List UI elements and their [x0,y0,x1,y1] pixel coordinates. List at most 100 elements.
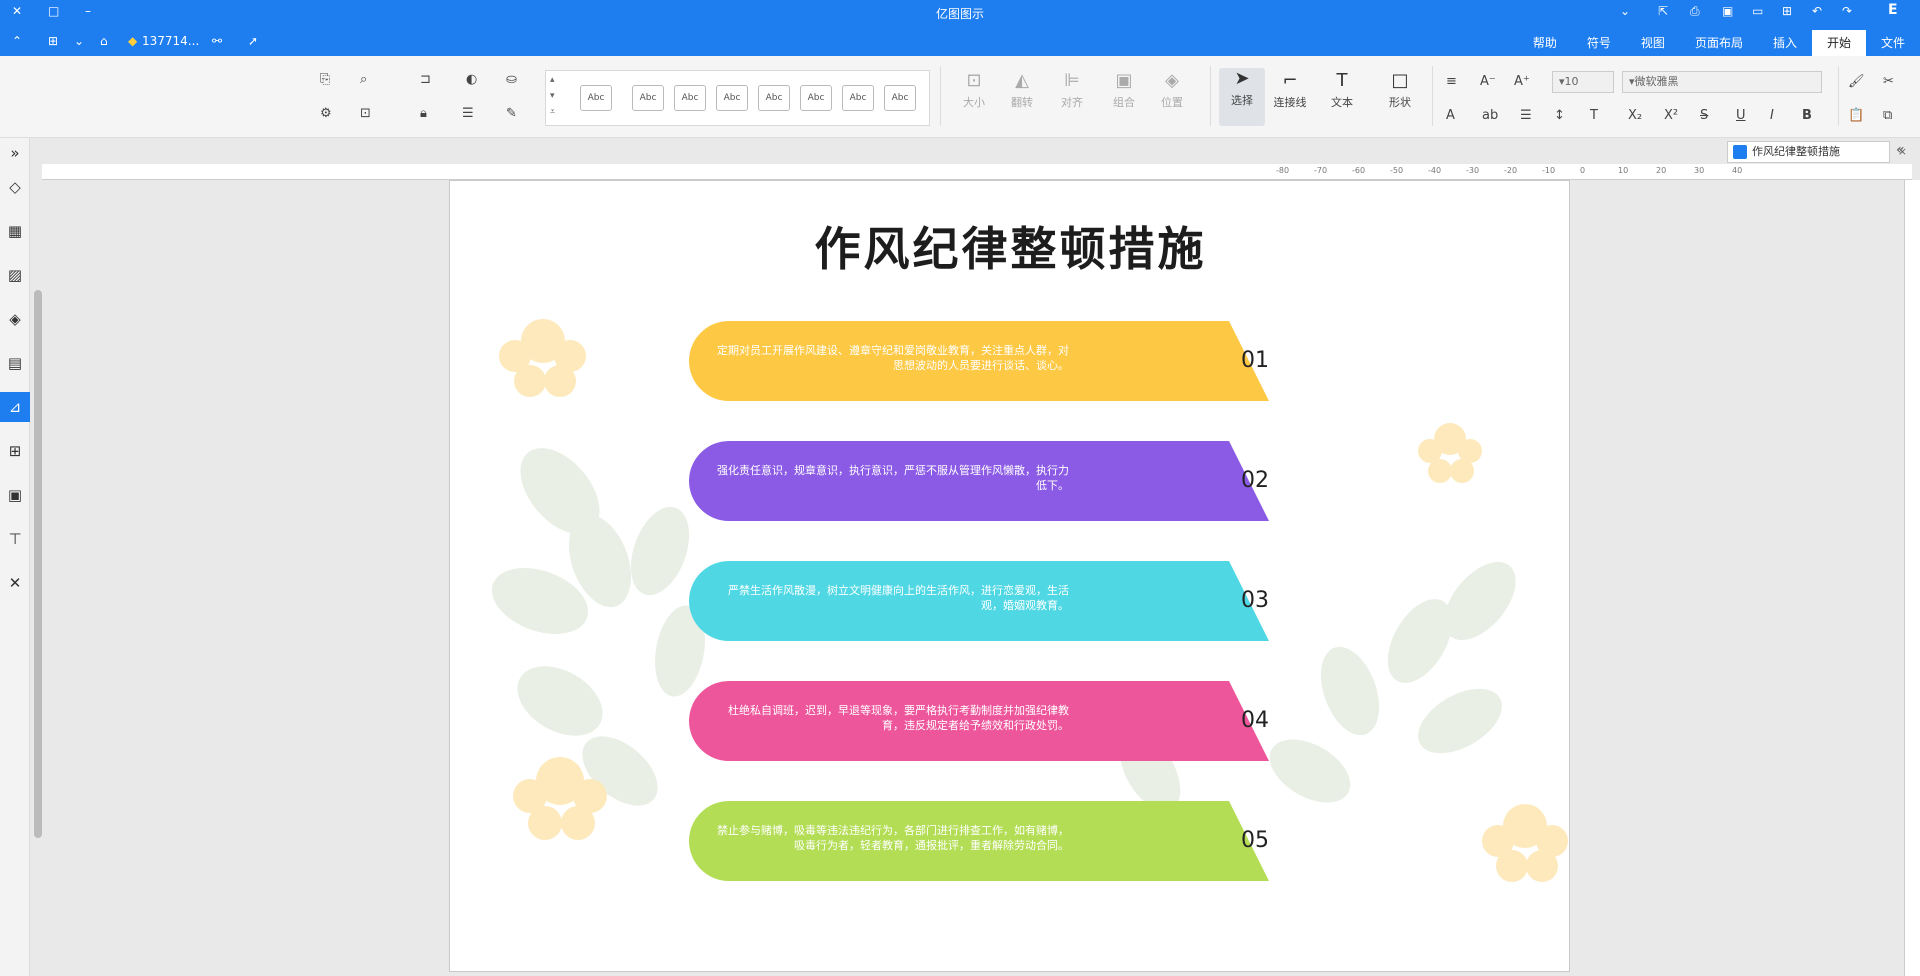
gallery-expand-icon[interactable]: ⩡ [550,107,555,117]
tab-insert[interactable]: 插入 [1758,30,1812,56]
list-item[interactable]: 禁止参与赌博，吸毒等违法违纪行为，各部门进行排查工作，如有赌博，吸毒行为者，轻者… [689,801,1299,881]
list-item[interactable]: 强化责任意识，规章意识，执行意识，严惩不服从管理作风懒散，执行力低下。 02 [689,441,1299,521]
connector-tool-button[interactable]: ⌐ 连接线 [1268,70,1312,126]
style-sample[interactable]: Abc [800,85,832,111]
undo-icon[interactable]: ↶ [1812,3,1822,19]
close-window-button[interactable]: ✕ [12,3,22,19]
bold-icon[interactable]: B [1802,108,1812,124]
font-family-select[interactable]: 微软雅黑 ▾ [1622,71,1822,93]
drawing-page[interactable]: 作风纪律整顿措施 定期对员工开展作风建设、遵章守纪和爱岗敬业教育，关注重点人群，… [449,180,1570,972]
text-direction-icon[interactable]: T [1590,108,1598,124]
theme-icon[interactable]: ⌄ [74,33,84,49]
shapes-icon[interactable]: ▦ [0,216,30,246]
layers-icon[interactable]: ◈ [0,304,30,334]
vertical-scrollbar[interactable] [34,290,42,838]
style-sample[interactable]: Abc [632,85,664,111]
position-button[interactable]: ◈ 位置 [1150,70,1194,126]
tab-help[interactable]: 帮助 [1518,30,1572,56]
paste-icon[interactable]: 📋 [1848,108,1864,124]
apps-icon[interactable]: ⊞ [48,33,58,49]
format-icon[interactable]: ⊤ [0,524,30,554]
tab-home[interactable]: 开始 [1811,30,1866,56]
style-sample[interactable]: Abc [758,85,790,111]
font-size-select[interactable]: 10 ▾ [1552,71,1614,93]
item-number: 02 [1241,468,1269,493]
fit-page-icon[interactable]: ⊡ [360,106,371,122]
style-sample[interactable]: Abc [842,85,874,111]
page-title[interactable]: 作风纪律整顿措施 [450,213,1569,279]
panel-collapse-icon[interactable]: « [1896,142,1905,158]
publish-icon[interactable]: ➚ [248,33,258,49]
list-item[interactable]: 定期对员工开展作风建设、遵章守纪和爱岗敬业教育，关注重点人群，对思想波动的人员要… [689,321,1299,401]
export-icon[interactable]: ⇱ [1658,3,1668,19]
style-sample[interactable]: Abc [716,85,748,111]
quick-access-more-icon[interactable]: ⌄ [1620,3,1630,19]
tools-icon[interactable]: ⚙ [320,106,332,122]
tab-view[interactable]: 视图 [1626,30,1680,56]
collapse-ribbon-icon[interactable]: ⌃ [12,33,22,49]
line-color-icon[interactable]: ✎ [506,106,517,122]
underline-icon[interactable]: U [1736,108,1746,124]
open-icon[interactable]: ▭ [1752,3,1763,19]
strikethrough-icon[interactable]: S [1700,108,1708,124]
align-text-icon[interactable]: ≡ [1446,74,1457,90]
restore-window-button[interactable]: □ [48,3,59,19]
cut-icon[interactable]: ✂ [1883,74,1894,90]
save-icon[interactable]: ▣ [1722,3,1733,19]
size-button[interactable]: ⊡ 大小 [952,70,996,126]
tab-symbols[interactable]: 符号 [1572,30,1626,56]
image-icon[interactable]: ▨ [0,260,30,290]
crop-icon[interactable]: ⊐ [420,72,431,88]
list-item[interactable]: 严禁生活作风散漫，树立文明健康向上的生活作风，进行恋爱观，生活观，婚姻观教育。 … [689,561,1299,641]
gallery-scroll-up-icon[interactable]: ▴ [550,75,555,85]
line-spacing-icon[interactable]: ↕ [1554,108,1565,124]
select-tool-button[interactable]: ➤ 选择 [1219,68,1265,126]
flip-button[interactable]: ◭ 翻转 [1000,70,1044,126]
align-button[interactable]: ⊫ 对齐 [1050,70,1094,126]
style-sample[interactable]: Abc [580,85,612,111]
minimize-window-button[interactable]: – [85,3,91,19]
find-icon[interactable]: ⌕ [360,72,367,88]
new-icon[interactable]: ⊞ [1782,3,1792,19]
share-icon[interactable]: ⚯ [212,33,222,49]
user-name[interactable]: 137714... [142,33,199,49]
copy-icon[interactable]: ⧉ [1883,108,1892,124]
page-icon[interactable]: ▤ [0,348,30,378]
shadow-icon[interactable]: ◐ [466,72,477,88]
gallery-scroll-down-icon[interactable]: ▾ [550,91,555,101]
lock-icon[interactable]: 🔒︎ [420,106,427,122]
redo-icon[interactable]: ↷ [1842,3,1852,19]
font-color-icon[interactable]: A [1446,108,1455,124]
ruler-tick-label: -40 [1428,166,1442,175]
document-tab[interactable]: 作风纪律整顿措施 × [1727,141,1907,163]
table-icon[interactable]: ⊞ [0,436,30,466]
tab-page-layout[interactable]: 页面布局 [1680,30,1758,56]
fill-bucket-icon[interactable]: ⛀ [506,72,517,88]
fill-icon[interactable]: ◇ [0,172,30,202]
style-sample[interactable]: Abc [674,85,706,111]
widget-icon[interactable]: ▣ [0,480,30,510]
chart-icon[interactable]: ⊿ [0,392,30,422]
ruler-tick-label: -30 [1466,166,1480,175]
print-icon[interactable]: ⎙ [1690,3,1700,19]
case-icon[interactable]: ab [1482,108,1498,124]
collapse-icon[interactable]: » [0,138,30,168]
format-painter-icon[interactable]: 🖌 [1848,74,1865,90]
line-style-icon[interactable]: ☰ [462,106,474,122]
superscript-icon[interactable]: X² [1664,108,1678,124]
list-item[interactable]: 杜绝私自调班，迟到，早退等现象，要严格执行考勤制度并加强纪律教育，违反规定者给予… [689,681,1299,761]
text-tool-button[interactable]: T 文本 [1320,70,1364,126]
font-shrink-icon[interactable]: A⁻ [1480,74,1496,90]
app-title: 亿图图示 [935,7,984,21]
style-sample[interactable]: Abc [884,85,916,111]
layout-icon[interactable]: ✕ [0,568,30,598]
subscript-icon[interactable]: X₂ [1628,108,1642,124]
font-grow-icon[interactable]: A⁺ [1514,74,1530,90]
shape-tool-button[interactable]: □ 形状 [1378,70,1422,126]
skin-icon[interactable]: ⌂ [100,33,108,49]
bullets-icon[interactable]: ☰ [1520,108,1532,124]
group-button[interactable]: ▣ 组合 [1102,70,1146,126]
italic-icon[interactable]: I [1770,108,1774,124]
tab-file[interactable]: 文件 [1866,30,1920,56]
replace-icon[interactable]: ⎘ [320,72,330,88]
